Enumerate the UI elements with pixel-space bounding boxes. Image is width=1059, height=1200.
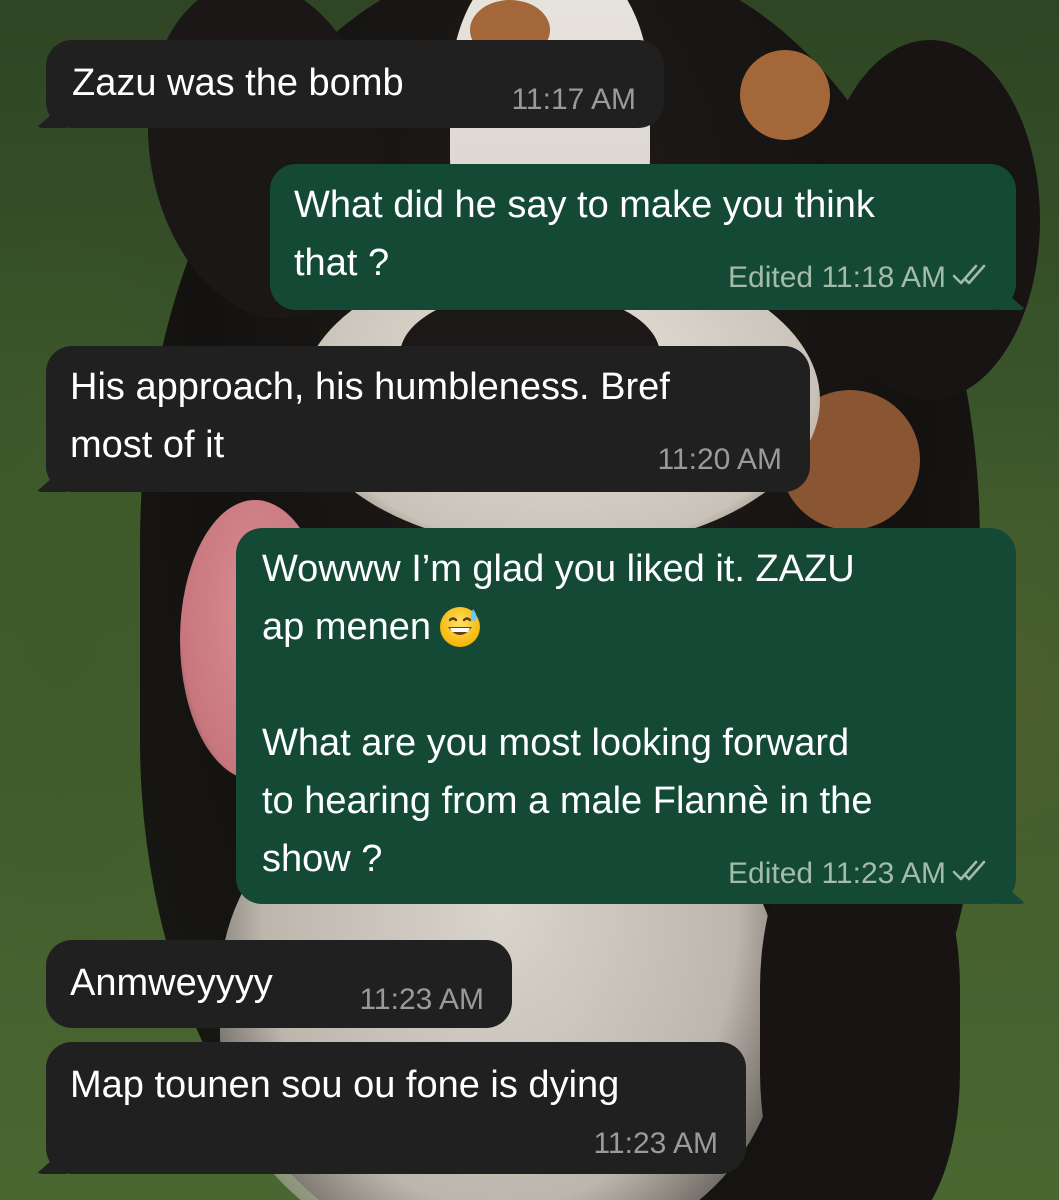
message-timestamp: 11:20 AM [657,443,782,476]
message-text-blank-line [262,656,872,714]
message-text-line: Wowww I’m glad you liked it. ZAZU [262,548,855,590]
grinning-face-with-sweat-icon [437,603,483,649]
edited-label: Edited [728,857,814,890]
message-text: Anmweyyyy [70,954,273,1012]
message-text-line: to hearing from a male Flannè in the [262,780,873,822]
message-text: Wowww I’m glad you liked it. ZAZU ap men… [262,540,872,888]
message-text-line: most of it [70,424,225,466]
message-timestamp: 11:23 AM [593,1127,718,1160]
message-bubble-incoming[interactable]: His approach, his humbleness. Bref most … [36,346,810,492]
message-text-line: What did he say to make you think [294,184,875,226]
message-bubble-incoming[interactable]: Zazu was the bomb 11:17 AM [36,40,664,128]
message-text-line: Map tounen sou ou fone is dying [70,1064,620,1106]
message-text-line: His approach, his humbleness. Bref [70,366,670,408]
message-text: Map tounen sou ou fone is dying [70,1056,619,1114]
message-bubble-incoming[interactable]: Map tounen sou ou fone is dying 11:23 AM [36,1042,746,1174]
message-text-line: ap menen [262,606,432,648]
message-text-line: Zazu was the bomb [72,62,404,104]
message-bubble-incoming[interactable]: Anmweyyyy 11:23 AM [46,940,512,1028]
message-meta: Edited 11:18 AM [728,260,988,297]
double-check-icon [952,261,988,297]
message-meta: Edited 11:23 AM [728,856,988,893]
message-text: Zazu was the bomb [72,54,404,112]
message-text: His approach, his humbleness. Bref most … [70,358,670,474]
wallpaper-dog-tan-right [740,50,830,140]
message-timestamp: 11:17 AM [511,83,636,116]
edited-label: Edited [728,261,814,294]
message-timestamp: 11:18 AM [821,261,946,294]
double-check-icon [952,857,988,893]
message-timestamp: 11:23 AM [359,983,484,1016]
message-timestamp: 11:23 AM [821,857,946,890]
message-text-line: Anmweyyyy [70,962,273,1004]
message-bubble-outgoing[interactable]: Wowww I’m glad you liked it. ZAZU ap men… [236,528,1026,904]
message-text-line-with-emoji: ap menen [262,598,872,656]
message-text-line: What are you most looking forward [262,722,850,764]
message-bubble-outgoing[interactable]: What did he say to make you think that ?… [270,164,1026,310]
